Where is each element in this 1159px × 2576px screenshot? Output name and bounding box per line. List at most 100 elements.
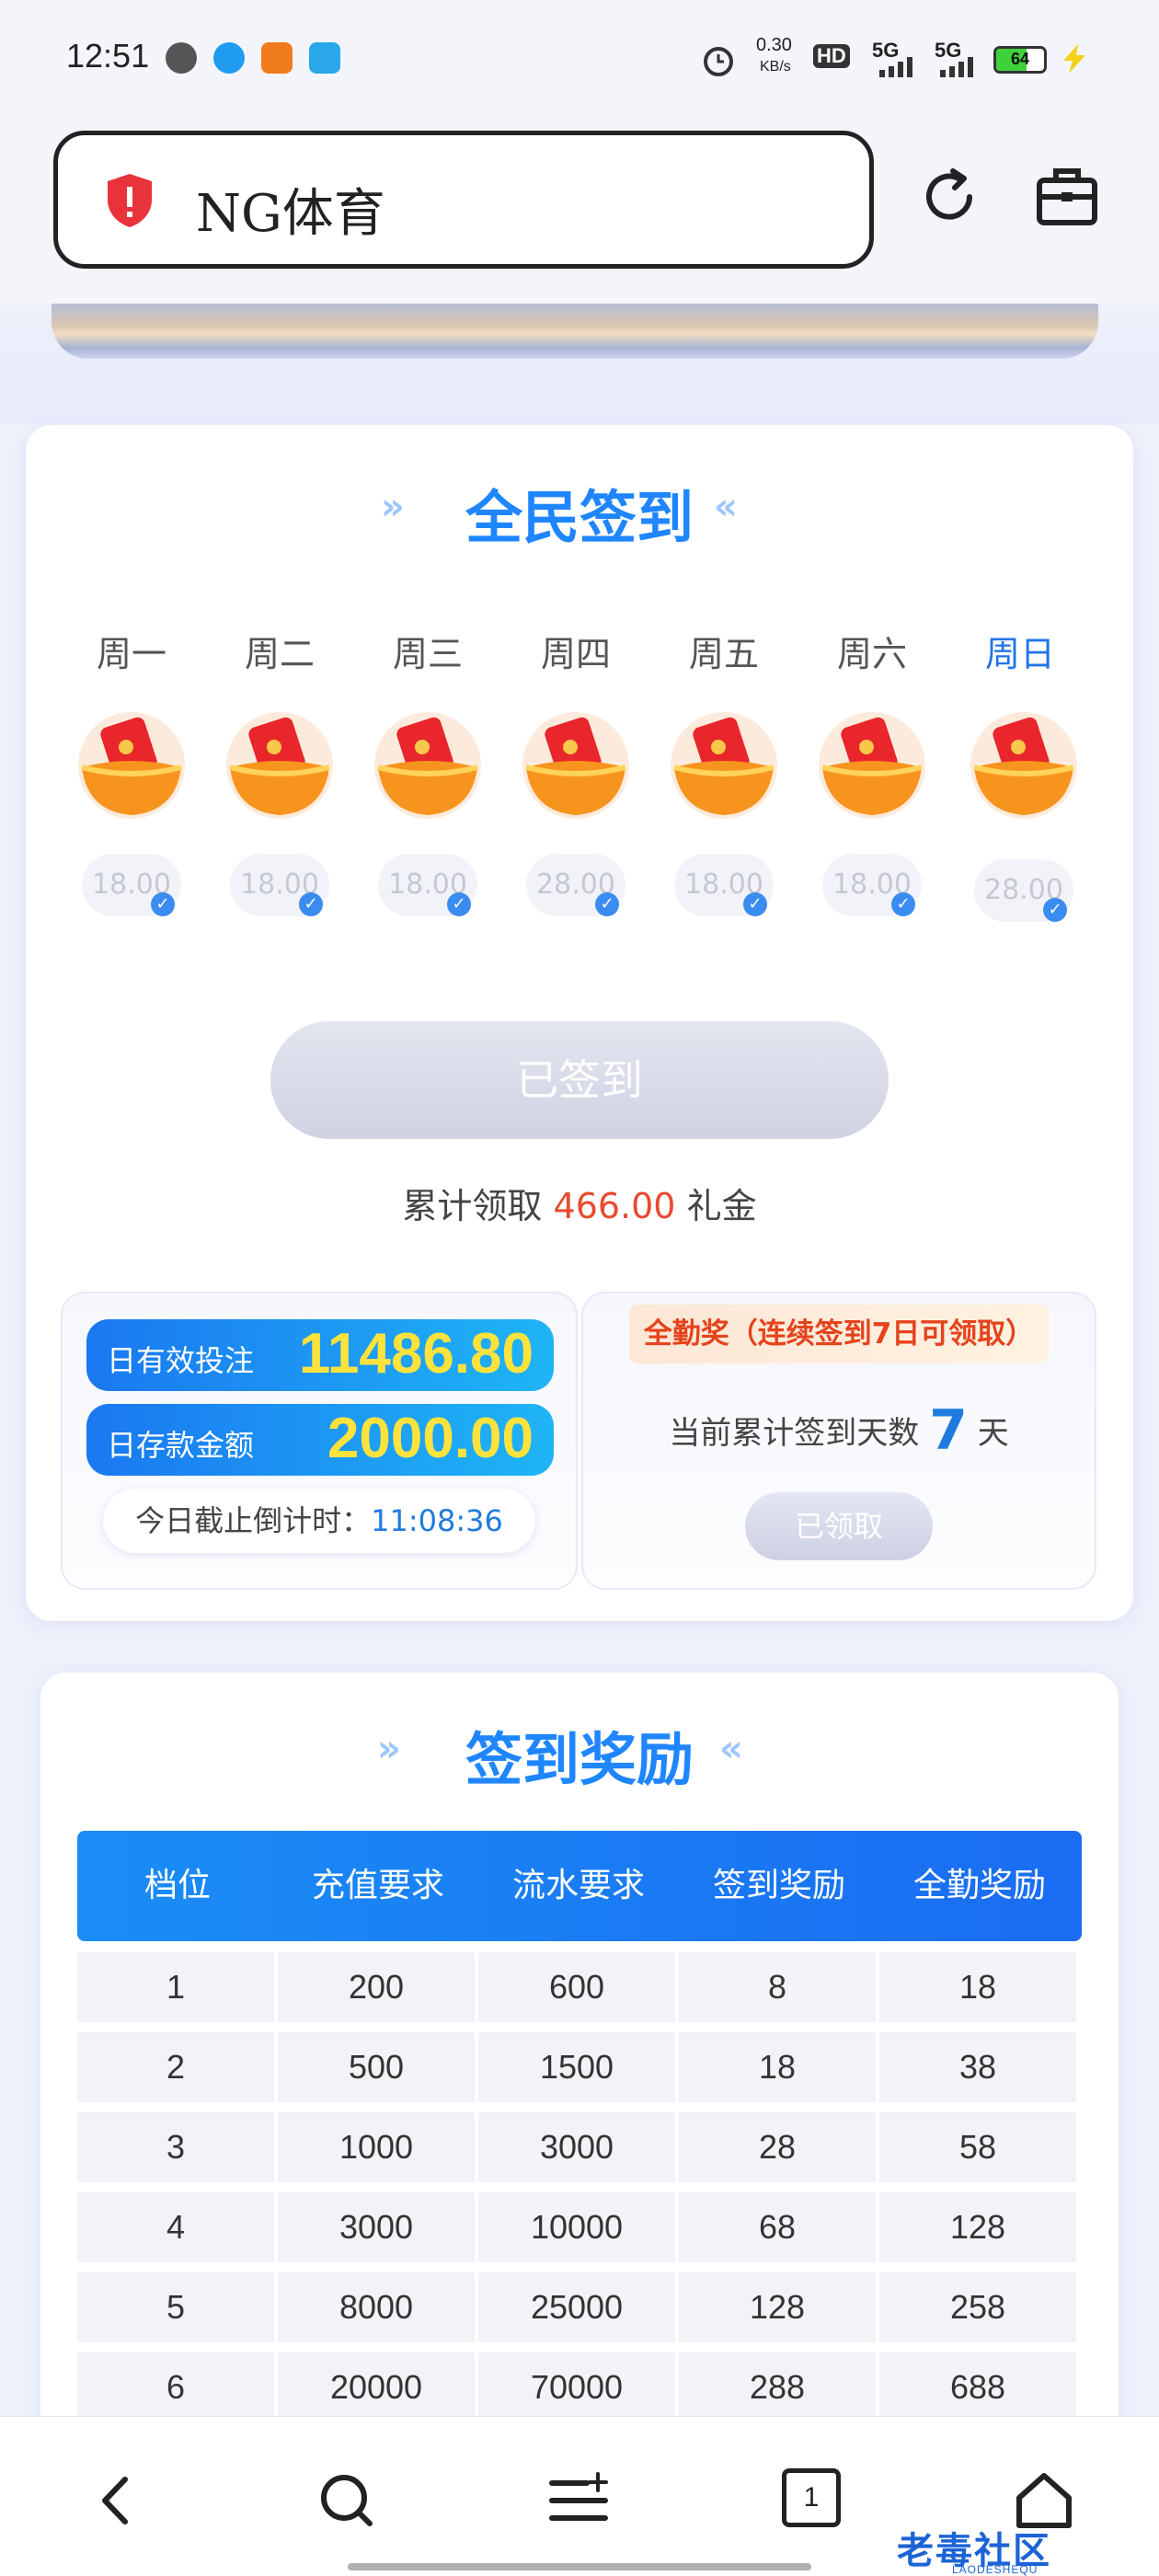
table-cell: 70000 [478, 2352, 675, 2422]
charging-icon [1063, 44, 1085, 74]
weekday-label: 周二 [244, 634, 315, 674]
red-envelope-icon [819, 712, 925, 819]
tabs-button[interactable]: 1 [782, 2468, 841, 2527]
full-attendance-tag: 全勤奖（连续签到7日可领取） [629, 1305, 1049, 1363]
home-indicator[interactable] [348, 2563, 811, 2570]
battery-percent: 64 [1010, 50, 1030, 68]
reload-icon[interactable] [916, 164, 982, 230]
table-cell: 1 [77, 1952, 274, 2022]
hd-badge: HD [813, 44, 850, 68]
table-cell: 10000 [478, 2192, 675, 2262]
accum-suffix: 礼金 [686, 1186, 757, 1226]
status-bar: 12:51 0.30 KB/s HD 5G 5G 64 [0, 0, 1159, 120]
watermark-subtitle: LAODESHEQU [952, 2563, 1039, 2576]
security-warning-icon[interactable] [104, 172, 155, 229]
check-icon: ✓ [299, 892, 323, 916]
table-cell: 6 [77, 2352, 274, 2422]
valid-bet-label: 日有效投注 [107, 1343, 255, 1378]
status-time: 12:51 [66, 37, 150, 75]
signin-days-line: 当前累计签到天数 7 天 [581, 1398, 1096, 1463]
signal-bars-icon-2 [940, 57, 973, 77]
weekday-label: 周一 [96, 634, 166, 674]
menu-icon[interactable] [545, 2467, 613, 2535]
table-cell: 3000 [278, 2192, 475, 2262]
check-icon: ✓ [595, 892, 619, 916]
table-cell: 18 [679, 2032, 876, 2102]
table-cell: 5 [77, 2272, 274, 2342]
weekday-label: 周三 [392, 634, 463, 674]
check-icon: ✓ [151, 892, 175, 916]
table-cell: 500 [278, 2032, 475, 2102]
banner-phone-graphic [52, 304, 1098, 359]
signal-bars-icon [879, 57, 912, 77]
table-cell: 600 [478, 1952, 675, 2022]
red-envelope-icon [226, 712, 333, 819]
table-header-cell: 档位 [143, 1867, 211, 1904]
app-notification-icon-2 [261, 42, 293, 74]
table-header-cell: 充值要求 [311, 1867, 444, 1904]
accum-value: 466.00 [553, 1186, 676, 1226]
deposit-row: 日存款金额 2000.00 [86, 1404, 554, 1476]
table-cell: 1000 [278, 2112, 475, 2182]
table-cell: 3 [77, 2112, 274, 2182]
check-icon: ✓ [891, 892, 915, 916]
table-cell: 3000 [478, 2112, 675, 2182]
table-header-cell: 全勤奖励 [912, 1867, 1046, 1904]
table-cell: 25000 [478, 2272, 675, 2342]
days-prefix: 当前累计签到天数 [669, 1415, 920, 1452]
table-cell: 58 [879, 2112, 1076, 2182]
app-notification-icon-3 [309, 42, 340, 74]
table-cell: 8000 [278, 2272, 475, 2342]
countdown-label: 今日截止倒计时： [135, 1503, 372, 1538]
accum-prefix: 累计领取 [402, 1186, 543, 1226]
address-bar[interactable]: NG体育 [53, 131, 874, 269]
red-envelope-icon [671, 712, 777, 819]
address-text[interactable]: NG体育 [196, 172, 385, 247]
table-cell: 8 [679, 1952, 876, 2022]
valid-bet-row: 日有效投注 11486.80 [86, 1319, 554, 1391]
browser-notification-icon [213, 42, 245, 74]
valid-bet-value: 11486.80 [298, 1322, 534, 1386]
table-cell: 128 [879, 2192, 1076, 2262]
rewards-table-header: 档位 充值要求 流水要求 签到奖励 全勤奖励 [77, 1831, 1082, 1941]
accumulated-text: 累计领取 466.00 礼金 [0, 1178, 1159, 1228]
check-icon: ✓ [447, 892, 471, 916]
deposit-label: 日存款金额 [107, 1428, 255, 1463]
table-cell: 688 [879, 2352, 1076, 2422]
app-notification-icon [166, 42, 197, 74]
table-cell: 2 [77, 2032, 274, 2102]
alarm-icon [704, 47, 733, 76]
signed-in-button[interactable]: 已签到 [270, 1021, 889, 1139]
table-cell: 18 [879, 1952, 1076, 2022]
battery-indicator: 64 [993, 46, 1047, 74]
rewards-title: 签到奖励 [465, 1726, 694, 1793]
check-icon: ✓ [1043, 898, 1067, 922]
weekday-label: 周六 [836, 634, 907, 674]
days-suffix: 天 [977, 1415, 1009, 1452]
table-cell: 1500 [478, 2032, 675, 2102]
red-envelope-icon [522, 712, 629, 819]
toolbox-icon[interactable] [1034, 164, 1100, 230]
check-icon: ✓ [743, 892, 767, 916]
net-speed: 0.30 [756, 35, 792, 55]
table-cell: 128 [679, 2272, 876, 2342]
net-speed-unit: KB/s [760, 59, 791, 75]
table-cell: 20000 [278, 2352, 475, 2422]
red-envelope-icon [970, 712, 1077, 819]
signin-title: 全民签到 [465, 484, 694, 551]
search-icon[interactable] [313, 2467, 381, 2535]
red-envelope-icon [374, 712, 481, 819]
received-button[interactable]: 已领取 [745, 1492, 933, 1560]
table-cell: 68 [679, 2192, 876, 2262]
weekday-label-today: 周日 [984, 634, 1055, 674]
table-cell: 28 [679, 2112, 876, 2182]
table-cell: 38 [879, 2032, 1076, 2102]
countdown-value: 11:08:36 [371, 1503, 503, 1538]
red-envelope-icon [78, 712, 185, 819]
weekday-label: 周五 [688, 634, 759, 674]
table-cell: 258 [879, 2272, 1076, 2342]
back-icon[interactable] [83, 2467, 151, 2535]
table-cell: 4 [77, 2192, 274, 2262]
table-cell: 200 [278, 1952, 475, 2022]
browser-toolbar: NG体育 [0, 120, 1159, 304]
